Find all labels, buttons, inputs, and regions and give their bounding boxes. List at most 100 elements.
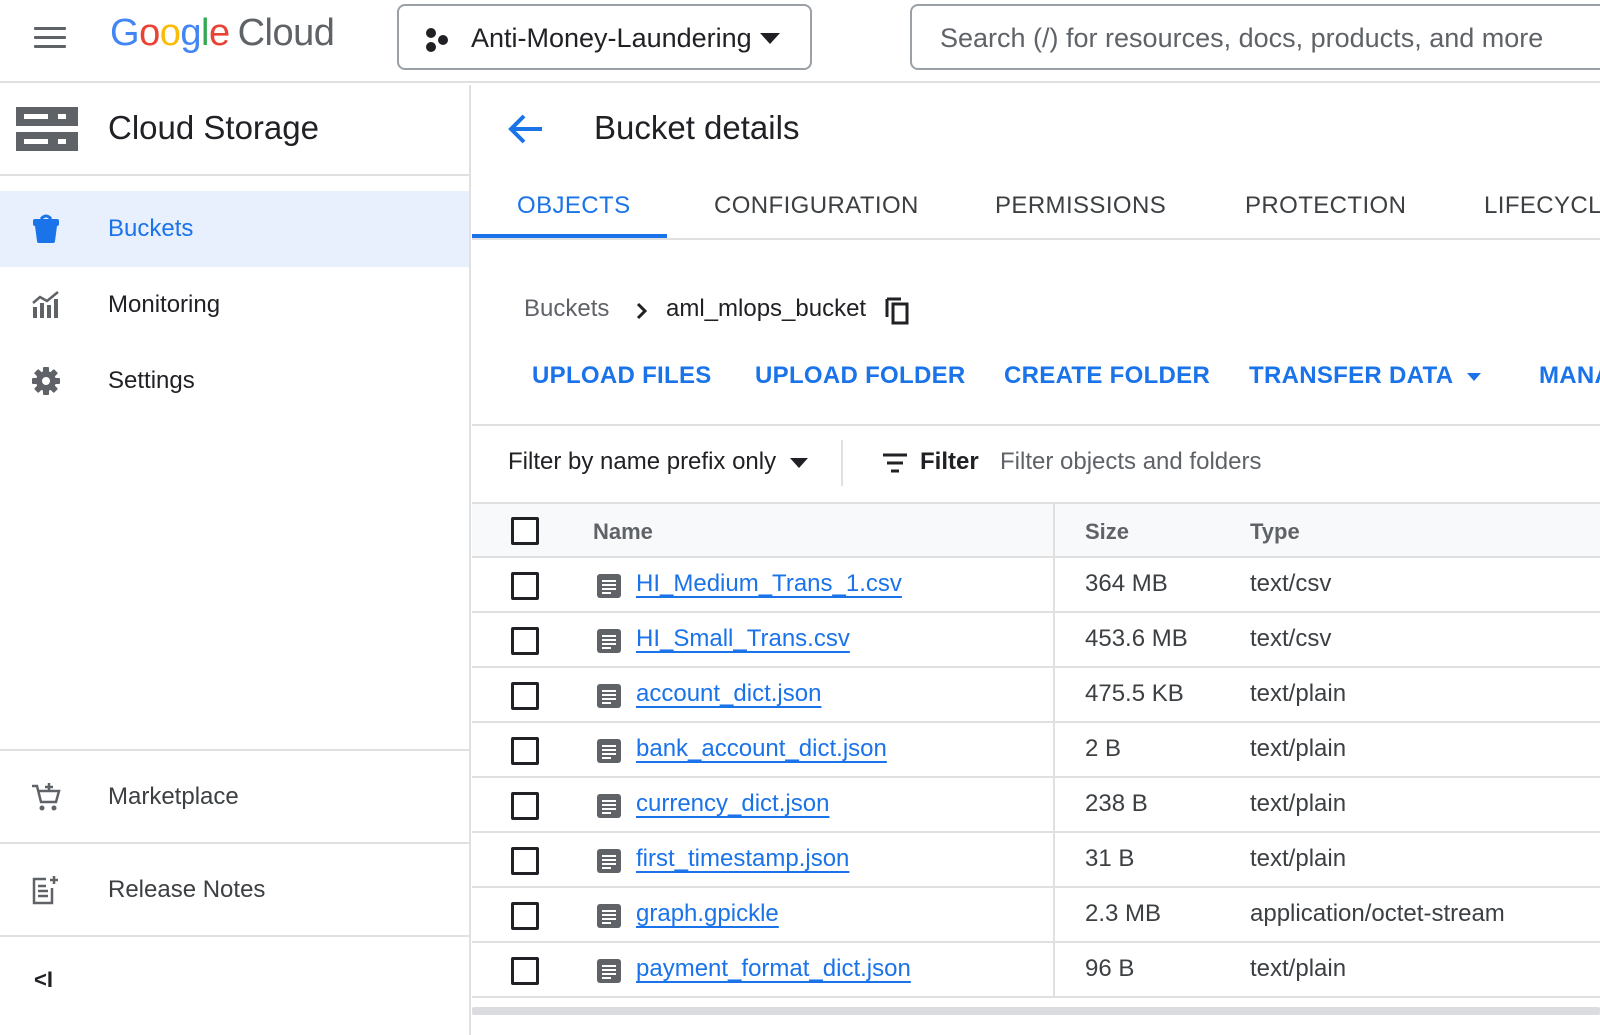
sidebar-item-label: Buckets [108, 215, 194, 242]
transfer-data-button[interactable]: TRANSFER DATA [1249, 362, 1482, 390]
back-arrow-icon[interactable] [506, 109, 546, 149]
google-cloud-logo[interactable]: Google Cloud [110, 12, 335, 55]
row-checkbox[interactable] [511, 627, 539, 655]
table-row: HI_Medium_Trans_1.csv 364 MB text/csv [472, 558, 1600, 613]
column-separator [1053, 833, 1055, 886]
manage-holds-button[interactable]: MANAGE HOLDS [1539, 362, 1600, 390]
tab-permissions[interactable]: PERMISSIONS [995, 176, 1166, 238]
sidebar: Cloud Storage Buckets Monitoring Setting… [0, 85, 471, 1035]
column-separator [1053, 504, 1055, 556]
row-checkbox[interactable] [511, 847, 539, 875]
breadcrumb-buckets-link[interactable]: Buckets [524, 295, 609, 323]
row-checkbox[interactable] [511, 792, 539, 820]
object-name-link[interactable]: HI_Medium_Trans_1.csv [636, 570, 902, 598]
object-name-link[interactable]: first_timestamp.json [636, 845, 849, 873]
table-row: first_timestamp.json 31 B text/plain [472, 833, 1600, 888]
filter-input[interactable] [1000, 444, 1560, 480]
sidebar-item-settings[interactable]: Settings [0, 343, 469, 419]
column-header-size[interactable]: Size [1085, 519, 1129, 545]
column-separator [1053, 778, 1055, 831]
tab-lifecycle[interactable]: LIFECYCLE [1484, 176, 1600, 238]
object-type: text/csv [1250, 625, 1332, 652]
filter-icon[interactable] [882, 452, 908, 474]
file-icon [597, 794, 621, 818]
tab-protection[interactable]: PROTECTION [1245, 176, 1406, 238]
file-icon [597, 684, 621, 708]
file-icon [597, 739, 621, 763]
object-size: 2.3 MB [1085, 900, 1162, 927]
table-row: account_dict.json 475.5 KB text/plain [472, 668, 1600, 723]
object-name-link[interactable]: graph.gpickle [636, 900, 779, 928]
create-folder-button[interactable]: CREATE FOLDER [1004, 362, 1210, 390]
column-separator [1053, 723, 1055, 776]
tab-objects[interactable]: OBJECTS [472, 176, 667, 238]
monitoring-icon [32, 291, 59, 318]
column-separator [1053, 943, 1055, 996]
upload-files-button[interactable]: UPLOAD FILES [532, 362, 712, 390]
object-name-link[interactable]: currency_dict.json [636, 790, 829, 818]
table-row: currency_dict.json 238 B text/plain [472, 778, 1600, 833]
cart-icon [32, 783, 61, 811]
search-box[interactable] [910, 4, 1600, 70]
object-type: application/octet-stream [1250, 900, 1505, 927]
row-checkbox[interactable] [511, 957, 539, 985]
search-input[interactable] [940, 16, 1600, 60]
column-separator [1053, 888, 1055, 941]
object-type: text/plain [1250, 735, 1347, 762]
sidebar-item-label: Monitoring [108, 291, 221, 318]
tab-configuration[interactable]: CONFIGURATION [714, 176, 918, 238]
column-header-type[interactable]: Type [1250, 519, 1300, 545]
object-name-link[interactable]: HI_Small_Trans.csv [636, 625, 850, 653]
dropdown-caret-icon [1467, 372, 1482, 381]
bucket-icon [33, 214, 59, 243]
top-bar: Google Cloud Anti-Money-Laundering [0, 0, 1600, 83]
filter-label: Filter [920, 448, 979, 475]
collapse-sidebar-button[interactable]: <I [34, 967, 53, 993]
table-row: bank_account_dict.json 2 B text/plain [472, 723, 1600, 778]
row-checkbox[interactable] [511, 682, 539, 710]
sidebar-item-label: Release Notes [108, 876, 266, 903]
tab-bar: OBJECTS CONFIGURATION PERMISSIONS PROTEC… [472, 176, 1600, 240]
row-checkbox[interactable] [511, 737, 539, 765]
copy-icon[interactable] [884, 295, 912, 325]
table-row: graph.gpickle 2.3 MB application/octet-str… [472, 888, 1600, 943]
filter-prefix-select[interactable]: Filter by name prefix only [508, 448, 809, 476]
sidebar-item-label: Marketplace [108, 783, 239, 810]
object-size: 31 B [1085, 845, 1135, 872]
column-separator [1053, 668, 1055, 721]
file-icon [597, 629, 621, 653]
sidebar-item-buckets[interactable]: Buckets [0, 191, 469, 267]
object-size: 453.6 MB [1085, 625, 1188, 652]
object-name-link[interactable]: payment_format_dict.json [636, 955, 911, 983]
sidebar-divider [0, 935, 469, 937]
row-checkbox[interactable] [511, 902, 539, 930]
row-checkbox[interactable] [511, 572, 539, 600]
main-menu-icon[interactable] [30, 22, 72, 54]
column-separator [1053, 613, 1055, 666]
horizontal-scrollbar[interactable] [472, 1007, 1600, 1015]
sidebar-item-release-notes[interactable]: Release Notes [0, 852, 469, 928]
main-content: Bucket details OBJECTS CONFIGURATION PER… [472, 85, 1600, 1035]
column-separator [1053, 558, 1055, 611]
object-name-link[interactable]: bank_account_dict.json [636, 735, 887, 763]
sidebar-item-monitoring[interactable]: Monitoring [0, 267, 469, 343]
file-icon [597, 959, 621, 983]
table-row: HI_Small_Trans.csv 453.6 MB text/csv [472, 613, 1600, 668]
table-row: payment_format_dict.json 96 B text/plain [472, 943, 1600, 998]
object-type: text/plain [1250, 680, 1347, 707]
object-type: text/plain [1250, 955, 1347, 982]
sidebar-item-marketplace[interactable]: Marketplace [0, 759, 469, 835]
sidebar-header: Cloud Storage [0, 85, 469, 176]
column-header-name[interactable]: Name [593, 519, 653, 545]
filter-bar: Filter by name prefix only Filter [472, 426, 1600, 502]
manage-holds-button-wrapper: MANAGE HOLDS [1539, 362, 1600, 402]
object-name-link[interactable]: account_dict.json [636, 680, 821, 708]
chevron-down-icon [760, 33, 780, 44]
object-type: text/csv [1250, 570, 1332, 597]
project-picker[interactable]: Anti-Money-Laundering [397, 4, 812, 70]
product-title: Cloud Storage [108, 109, 319, 146]
file-icon [597, 574, 621, 598]
select-all-checkbox[interactable] [511, 517, 539, 545]
upload-folder-button[interactable]: UPLOAD FOLDER [755, 362, 966, 390]
file-icon [597, 849, 621, 873]
